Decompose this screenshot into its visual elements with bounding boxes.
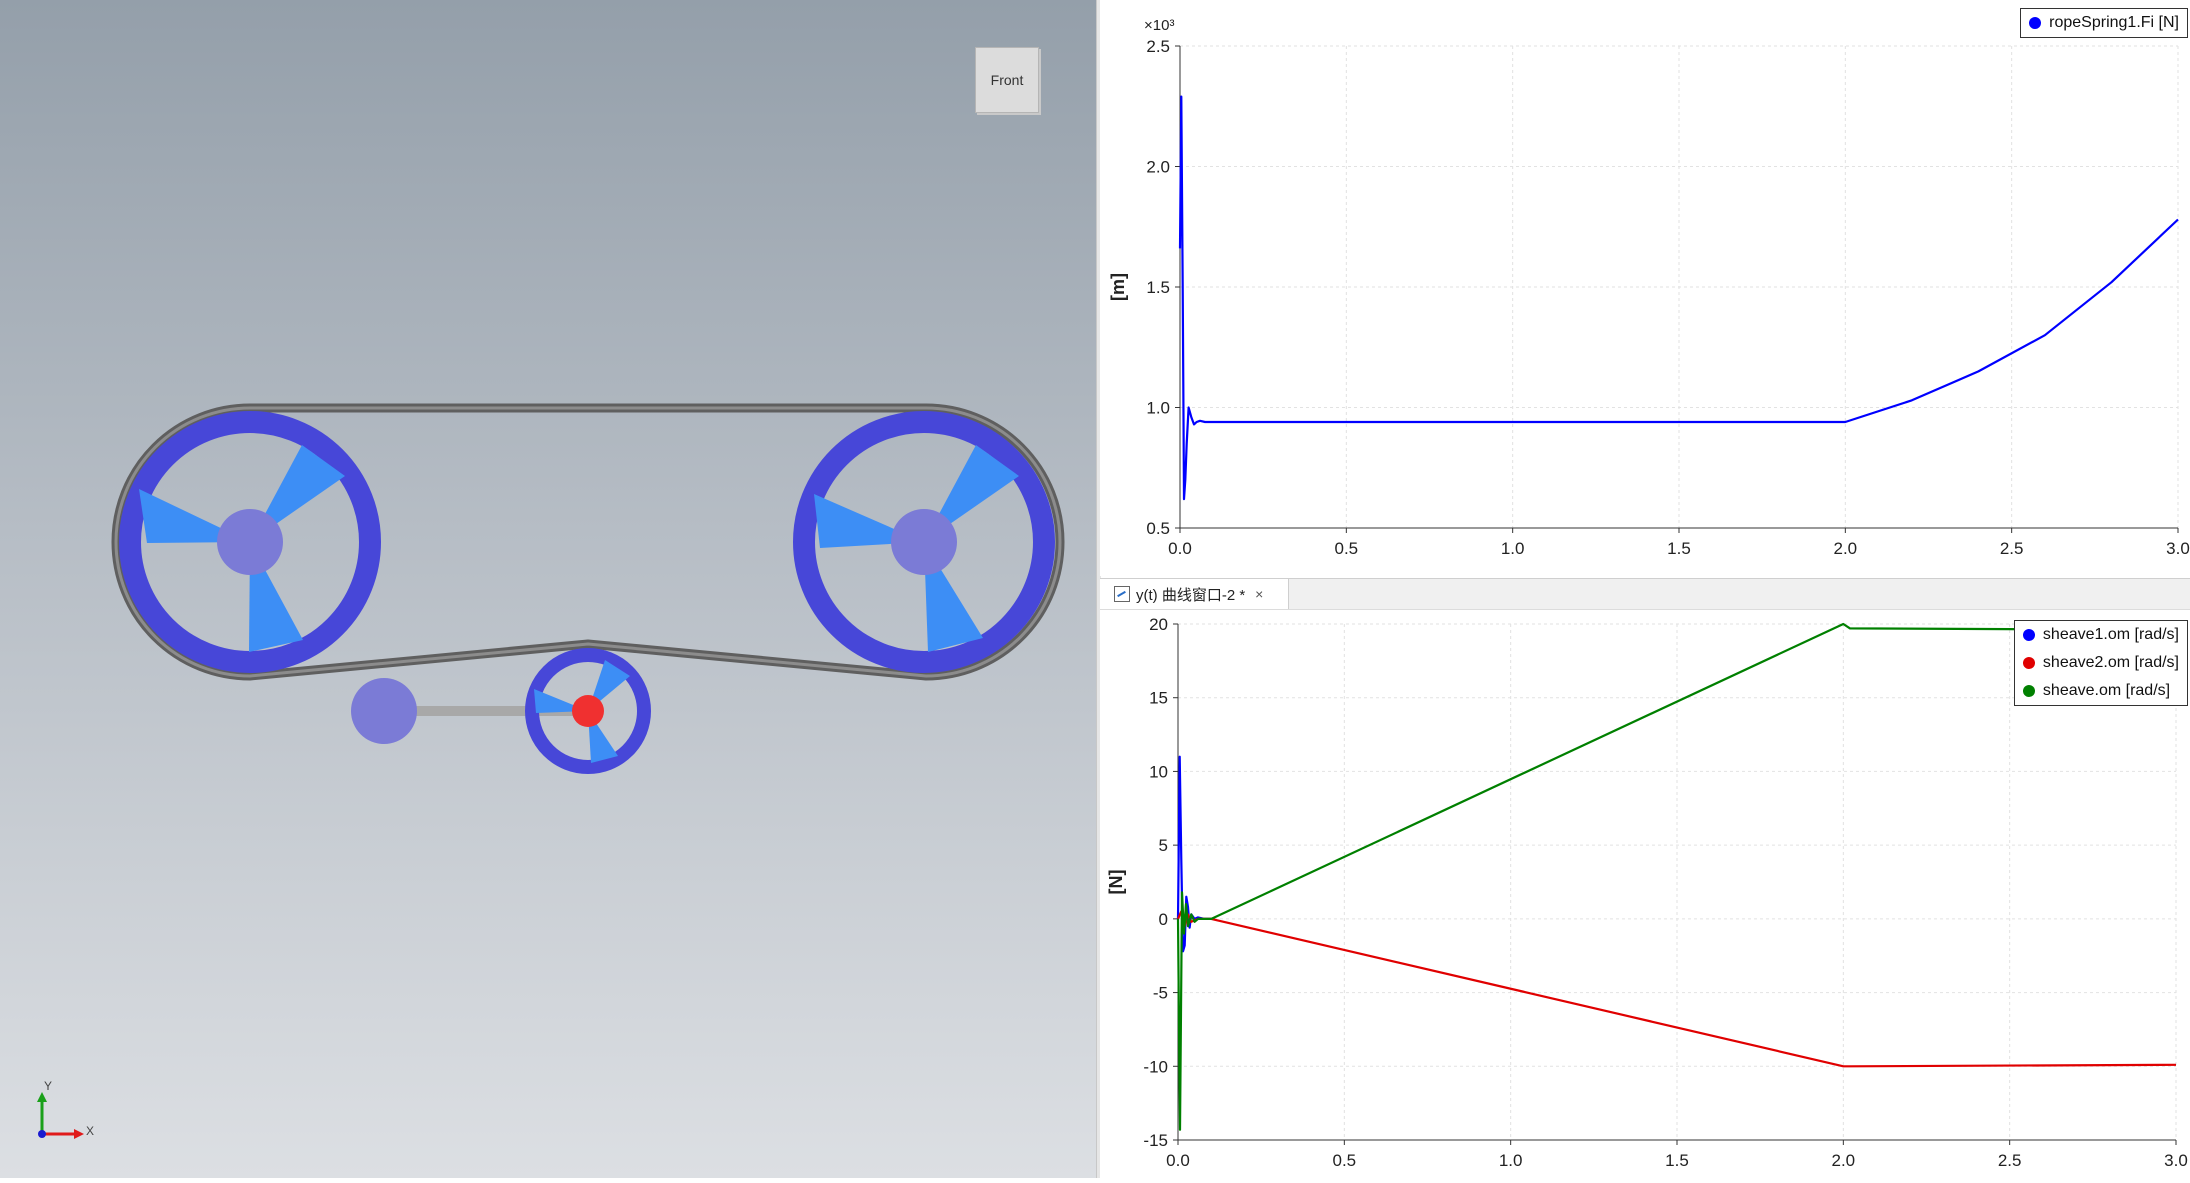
legend-dot [2022, 657, 2035, 669]
y-tick-label: 15 [1149, 689, 1168, 708]
plot-window-icon [1114, 586, 1130, 602]
plot-window-bottom[interactable]: 0.0 0.5 1.0 1.5 2.0 2.5 3.0 20 15 10 5 0 -5 -10 -15 [N]… [1100, 580, 2190, 1178]
legend-item[interactable]: ropeSpring1.Fi [N] [2021, 9, 2187, 37]
line-chart-top[interactable]: 0.0 0.5 1.0 1.5 2.0 2.5 3.02.52.01.51.00.5[m]×… [1100, 0, 2190, 576]
plot-window-top[interactable]: 0.0 0.5 1.0 1.5 2.0 2.5 3.0 2.5 2.0 1.5 1.0 0.5 [m] ×… [1100, 0, 2190, 576]
y-tick-label: 1.5 [1146, 278, 1170, 297]
axis-triad: Y X [37, 1079, 94, 1139]
y-tick-label: 2.0 [1146, 158, 1170, 177]
x-tick-label: 1.0 [1501, 539, 1525, 558]
x-tick-label: 2.5 [1998, 1151, 2022, 1170]
y-tick-label: 10 [1149, 762, 1168, 781]
sheave-right[interactable] [793, 411, 1055, 673]
y-tick-label: -10 [1143, 1057, 1168, 1076]
mechanism-scene: Y X [37, 403, 1065, 1139]
view-cube[interactable]: Front [972, 44, 1042, 116]
plot-tab-bar: y(t) 曲线窗口-2 * × [1100, 578, 2190, 610]
tab-curve-window-2[interactable]: y(t) 曲线窗口-2 * × [1100, 579, 1289, 609]
legend-item[interactable]: sheave2.om [rad/s] [2015, 649, 2187, 677]
x-tick-label: 2.5 [2000, 539, 2024, 558]
legend-dot [2022, 685, 2035, 697]
legend-item[interactable]: sheave.om [rad/s] [2015, 677, 2187, 705]
axis-x-label: X [86, 1124, 94, 1138]
view-cube-front-face[interactable]: Front [975, 47, 1039, 113]
pivot-ball[interactable] [351, 678, 417, 744]
close-icon[interactable]: × [1255, 586, 1263, 602]
y-tick-label: 5 [1159, 836, 1168, 855]
y-axis-exponent-label: ×10³ [1144, 17, 1174, 34]
legend-bottom[interactable]: sheave1.om [rad/s] sheave2.om [rad/s] sh… [2013, 620, 2188, 706]
3d-viewport[interactable]: Y X Front [0, 0, 1096, 1178]
x-tick-label: 0.0 [1166, 1151, 1190, 1170]
y-axis-label: [m] [1108, 273, 1128, 301]
legend-label: ropeSpring1.Fi [N] [2049, 14, 2179, 31]
axis-y-label: Y [44, 1079, 52, 1093]
y-tick-label: 0 [1159, 910, 1168, 929]
y-tick-label: 2.5 [1146, 37, 1170, 56]
x-tick-label: 0.5 [1333, 1151, 1357, 1170]
sheave-small[interactable] [525, 648, 651, 774]
x-tick-label: 1.5 [1665, 1151, 1689, 1170]
y-tick-label: -5 [1153, 984, 1168, 1003]
legend-top[interactable]: ropeSpring1.Fi [N] [2020, 8, 2188, 38]
legend-label: sheave2.om [rad/s] [2042, 654, 2179, 671]
x-tick-label: 1.0 [1499, 1151, 1523, 1170]
legend-dot [2022, 629, 2035, 641]
legend-label: sheave1.om [rad/s] [2042, 626, 2179, 643]
y-tick-label: 0.5 [1146, 519, 1170, 538]
y-tick-label: 1.0 [1146, 399, 1170, 418]
x-tick-label: 2.0 [1834, 539, 1858, 558]
small-sheave-hub [572, 695, 604, 727]
sheave-hub [217, 509, 283, 575]
x-tick-label: 3.0 [2166, 539, 2190, 558]
y-tick-label: -15 [1143, 1131, 1168, 1150]
y-axis-label: [N] [1106, 870, 1126, 895]
legend-dot [2029, 17, 2042, 29]
x-tick-label: 2.0 [1832, 1151, 1856, 1170]
x-tick-label: 0.0 [1168, 539, 1192, 558]
sheave-left[interactable] [119, 411, 381, 673]
series-line [1176, 910, 2177, 1068]
x-tick-label: 0.5 [1335, 539, 1359, 558]
tab-title: y(t) 曲线窗口-2 * [1136, 586, 1246, 604]
x-tick-label: 3.0 [2164, 1151, 2188, 1170]
x-tick-label: 1.5 [1667, 539, 1691, 558]
sheave-hub [891, 509, 957, 575]
legend-item[interactable]: sheave1.om [rad/s] [2015, 621, 2187, 649]
legend-label: sheave.om [rad/s] [2042, 682, 2171, 699]
y-tick-label: 20 [1149, 615, 1168, 634]
